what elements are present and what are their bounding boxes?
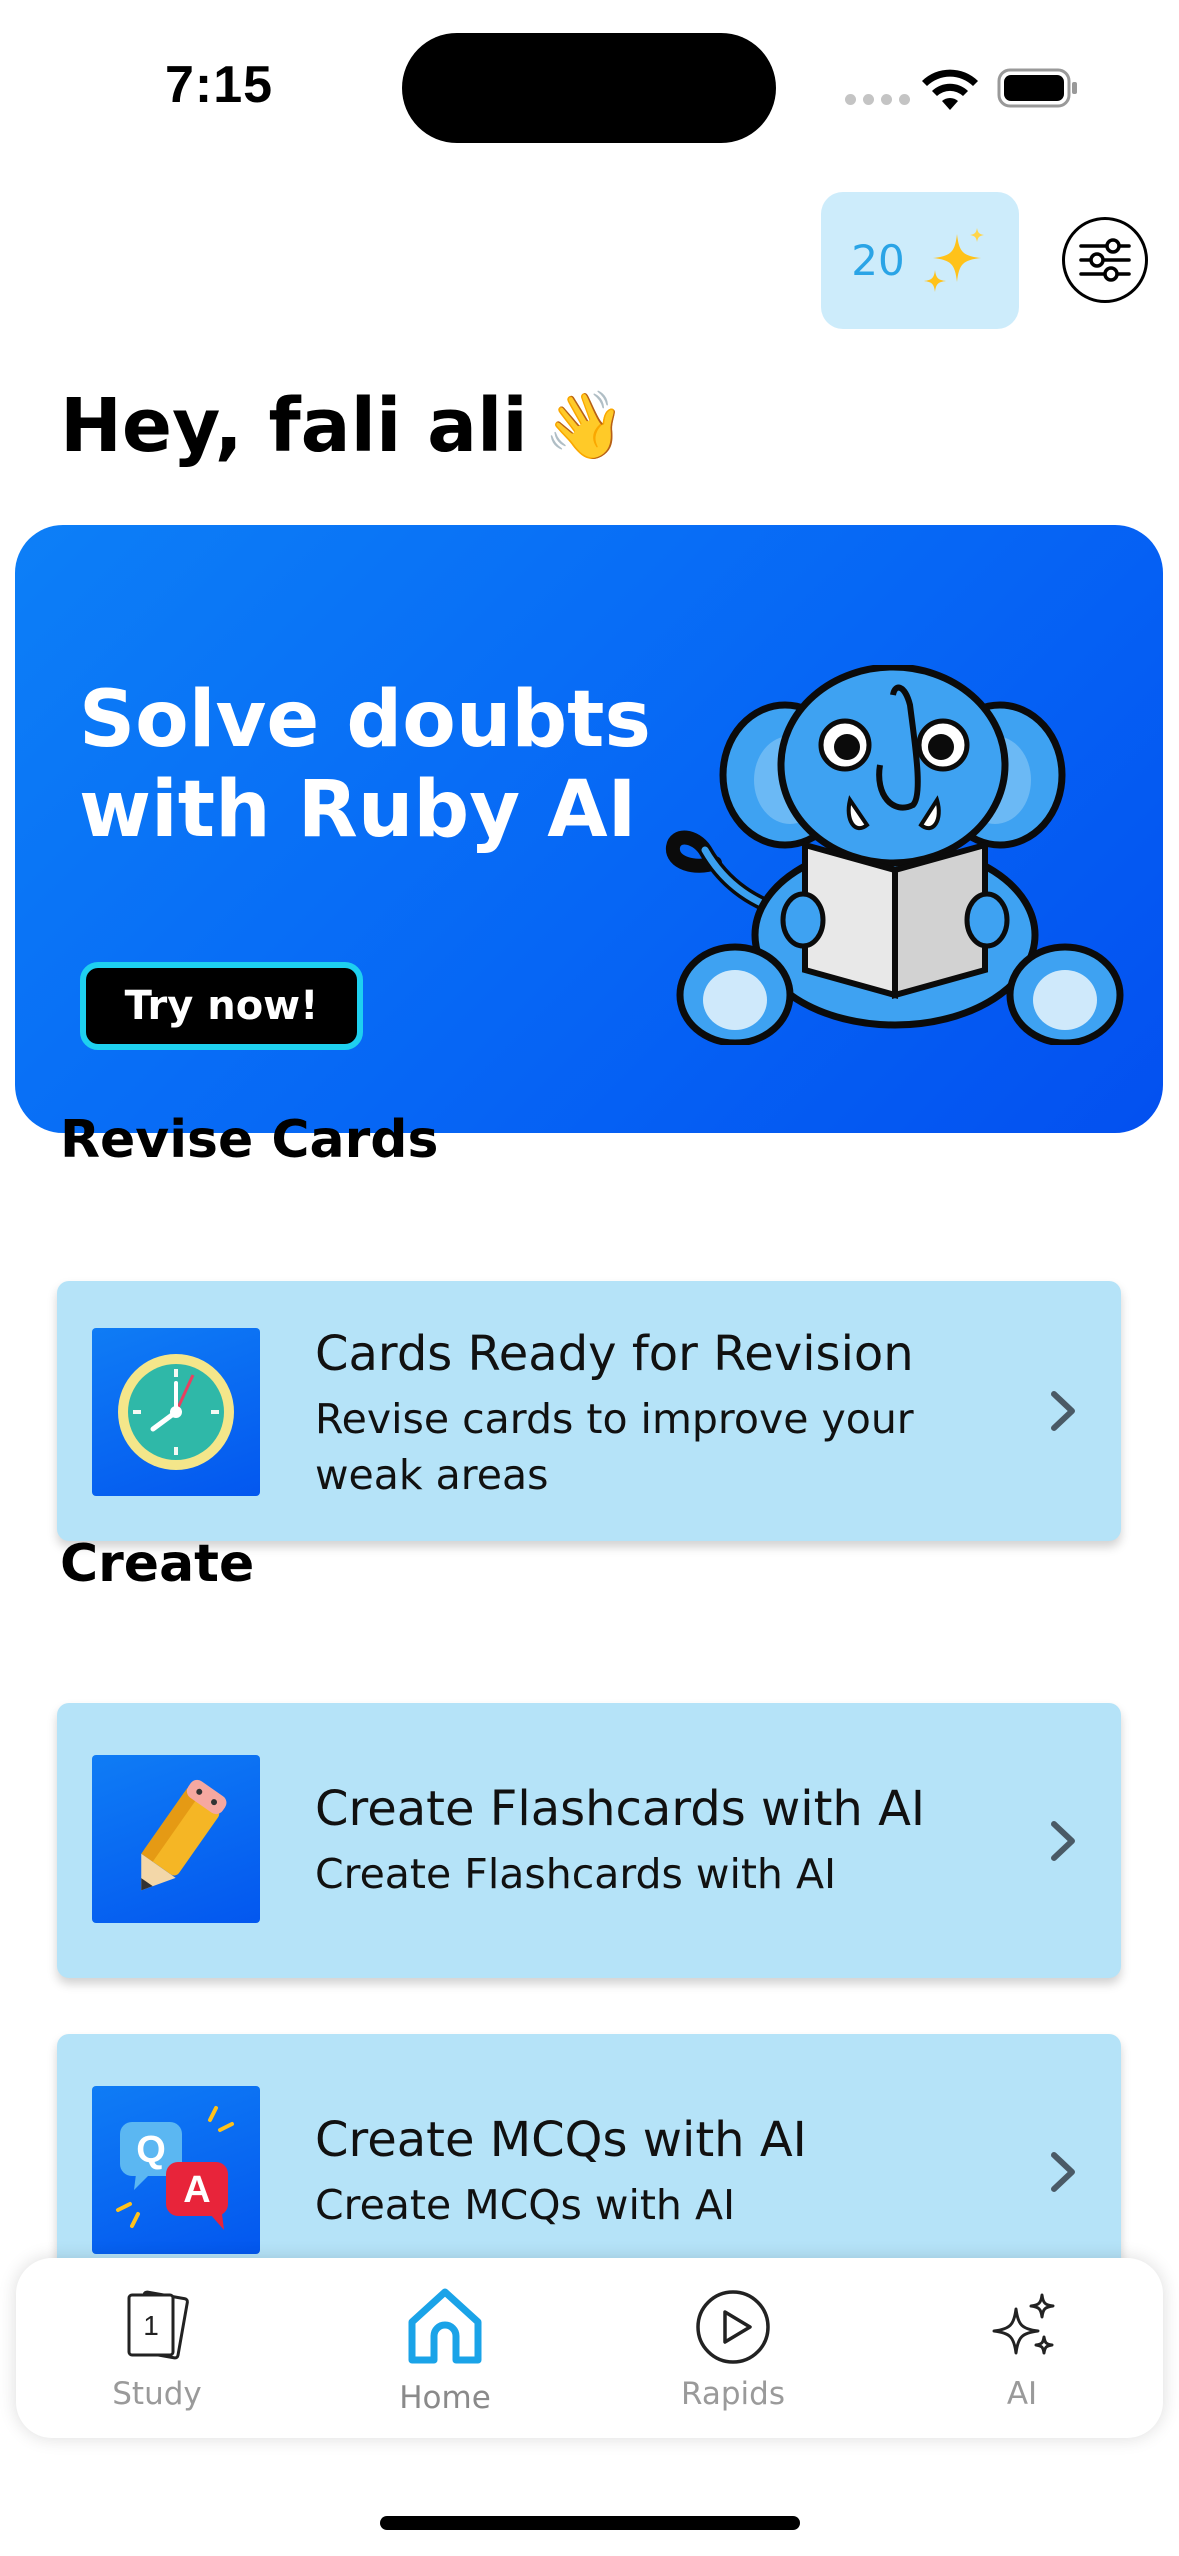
clock-icon (92, 1328, 260, 1496)
tab-ai[interactable]: AI (922, 2258, 1122, 2438)
waving-hand-icon: 👋 (543, 387, 626, 464)
cards-icon: 1 (112, 2282, 202, 2372)
qa-icon: Q A (92, 2086, 260, 2254)
revision-card[interactable]: Cards Ready for Revision Revise cards to… (57, 1281, 1121, 1541)
signal-icon (845, 94, 910, 105)
card-title: Create Flashcards with AI (315, 1781, 926, 1837)
qa-icon-q: Q (136, 2129, 166, 2171)
sparkles-icon (977, 2282, 1067, 2372)
card-subtitle: Revise cards to improve your weak areas (315, 1395, 914, 1499)
create-flashcards-card[interactable]: Create Flashcards with AI Create Flashca… (57, 1703, 1121, 1978)
chevron-right-icon (1051, 2152, 1075, 2192)
chevron-right-icon (1051, 1821, 1075, 1861)
create-mcqs-card[interactable]: Q A Create MCQs with AI Create MCQs with… (57, 2034, 1121, 2294)
elephant-mascot-image (666, 665, 1124, 1045)
battery-icon (997, 68, 1077, 108)
tab-label: AI (1006, 2376, 1038, 2412)
sliders-icon (1079, 238, 1131, 282)
chevron-right-icon (1051, 1391, 1075, 1431)
try-now-button[interactable]: Try now! (80, 962, 363, 1050)
greeting: Hey, fali ali 👋 (60, 383, 626, 469)
wifi-icon (922, 69, 978, 110)
card-subtitle: Create MCQs with AI (315, 2181, 736, 2229)
ruby-ai-banner[interactable]: Solve doubts with Ruby AI Try now! (15, 525, 1163, 1133)
card-subtitle: Create Flashcards with AI (315, 1850, 837, 1898)
card-title: Cards Ready for Revision (315, 1326, 914, 1382)
card-title: Create MCQs with AI (315, 2112, 807, 2168)
play-circle-icon (688, 2282, 778, 2372)
credits-count: 20 (851, 236, 905, 285)
revise-section-title: Revise Cards (60, 1110, 439, 1170)
banner-title: Solve doubts with Ruby AI (79, 675, 651, 855)
status-bar: 7:15 (0, 0, 1179, 170)
tab-label: Rapids (681, 2376, 785, 2412)
home-icon (400, 2282, 490, 2372)
tab-home[interactable]: Home (345, 2258, 545, 2438)
create-section-title: Create (60, 1534, 255, 1594)
status-time: 7:15 (165, 56, 274, 114)
credits-button[interactable]: 20 (821, 192, 1019, 329)
pencil-icon (92, 1755, 260, 1923)
tab-label: Study (112, 2376, 202, 2412)
home-indicator (380, 2516, 800, 2530)
settings-button[interactable] (1062, 217, 1148, 303)
study-card-number: 1 (143, 2310, 159, 2341)
sparkles-icon (923, 227, 984, 292)
tab-study[interactable]: 1 Study (57, 2258, 257, 2438)
tab-bar: 1 Study Home Rapids AI (16, 2258, 1163, 2438)
tab-label: Home (399, 2380, 491, 2416)
qa-icon-a: A (183, 2169, 210, 2211)
tab-rapids[interactable]: Rapids (633, 2258, 833, 2438)
greeting-text: Hey, fali ali (60, 383, 528, 469)
dynamic-island (402, 33, 776, 143)
